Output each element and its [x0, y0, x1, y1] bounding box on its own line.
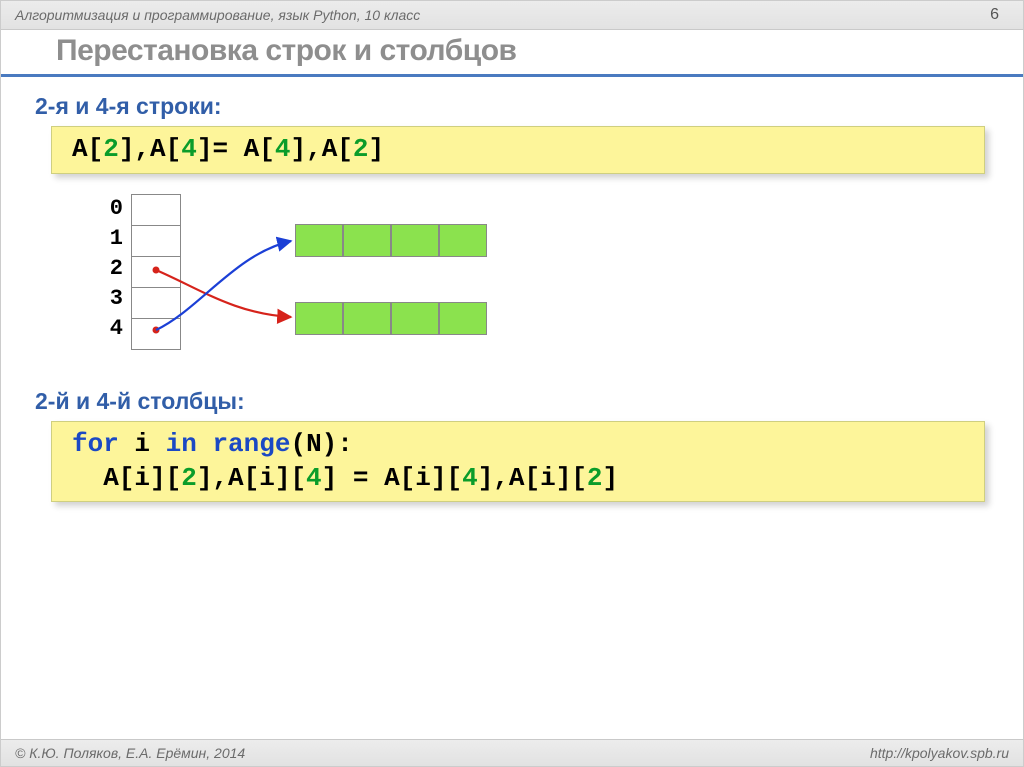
row-label-4: 4: [105, 314, 123, 344]
footer-url: http://kpolyakov.spb.ru: [870, 745, 1009, 761]
section-heading-cols: 2-й и 4-й столбцы:: [35, 388, 989, 415]
row-index-labels: 0 1 2 3 4: [105, 194, 123, 344]
page-number: 6: [990, 6, 1009, 24]
row-label-3: 3: [105, 284, 123, 314]
code-swap-cols: for i in range(N): A[i][2],A[i][4] = A[i…: [51, 421, 985, 503]
row-label-0: 0: [105, 194, 123, 224]
code-swap-rows: A[2],A[4]= A[4],A[2]: [51, 126, 985, 174]
course-title: Алгоритмизация и программирование, язык …: [15, 7, 420, 23]
row-vector-bottom: [295, 302, 487, 335]
slide-title: Перестановка строк и столбцов: [1, 30, 1023, 74]
swap-diagram: 0 1 2 3 4: [105, 194, 989, 364]
footer-bar: © К.Ю. Поляков, Е.А. Ерёмин, 2014 http:/…: [1, 739, 1023, 766]
row-vector-top: [295, 224, 487, 257]
section-heading-rows: 2-я и 4-я строки:: [35, 93, 989, 120]
row-label-1: 1: [105, 224, 123, 254]
footer-authors: © К.Ю. Поляков, Е.А. Ерёмин, 2014: [15, 745, 245, 761]
matrix-column: [131, 194, 181, 350]
row-label-2: 2: [105, 254, 123, 284]
header-bar: Алгоритмизация и программирование, язык …: [1, 1, 1023, 30]
